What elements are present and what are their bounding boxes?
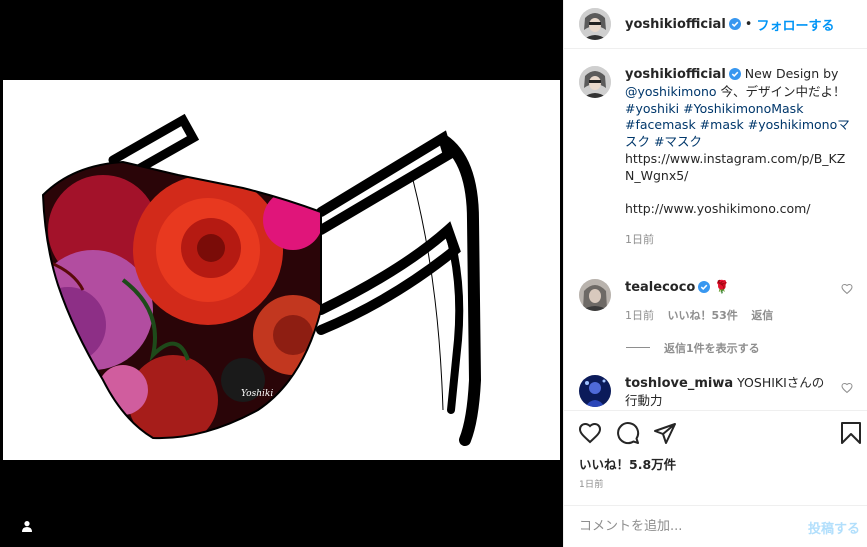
rose-mask-image: Yoshiki — [41, 113, 482, 446]
comment-input[interactable] — [579, 519, 789, 534]
caption-text: yoshikiofficial New Design by @yoshikimo… — [625, 66, 853, 218]
caption-text-1: New Design by — [740, 66, 839, 81]
signature-text: Yoshiki — [241, 389, 273, 399]
avatar[interactable] — [579, 8, 611, 40]
like-comment-heart-icon[interactable] — [841, 283, 853, 295]
post-side-panel: yoshikiofficial • フォローする yoshikiofficial… — [563, 0, 867, 547]
comment-row: tealecoco 🌹 1日前 いいね！53件 返信 — [564, 279, 867, 323]
caption-username[interactable]: yoshikiofficial — [625, 67, 726, 82]
view-replies-button[interactable]: 返信1件を表示する — [626, 340, 867, 356]
header-username[interactable]: yoshikiofficial — [625, 17, 726, 32]
hashtag-link[interactable]: #facemask — [625, 117, 696, 132]
bookmark-save-icon[interactable] — [840, 421, 862, 445]
comment-body: toshlove_miwa YOSHIKIさんの行動力 — [625, 375, 825, 409]
caption-avatar[interactable] — [579, 66, 611, 98]
post-time: 1日前 — [579, 480, 604, 490]
hashtag-link[interactable]: #YoshikimonoMask — [683, 101, 803, 116]
likes-count[interactable]: いいね！5.8万件 — [579, 454, 676, 473]
share-send-icon[interactable] — [653, 421, 677, 445]
verified-badge-icon — [698, 281, 711, 293]
action-icons — [574, 421, 862, 449]
caption-text-2: 今、デザイン中だよ！ — [716, 83, 846, 99]
caption-body: yoshikiofficial New Design by @yoshikimo… — [625, 66, 853, 261]
profile-photo-icon — [579, 279, 611, 311]
profile-photo-icon — [579, 374, 611, 407]
comment-time: 1日前 — [625, 308, 654, 322]
post-media: Yoshiki — [0, 0, 563, 547]
reply-button[interactable]: 返信 — [751, 309, 773, 322]
comment-text: tealecoco 🌹 — [625, 279, 825, 297]
separator-dot: • — [744, 16, 753, 32]
like-heart-icon[interactable] — [578, 421, 602, 445]
post-image[interactable]: Yoshiki — [3, 80, 560, 460]
caption-meta: 1日前 — [625, 231, 853, 247]
like-comment-heart-icon[interactable] — [841, 382, 853, 394]
hashtag-link[interactable]: #マスク — [654, 134, 702, 149]
comment-content: 🌹 — [714, 279, 730, 294]
comment-row: toshlove_miwa YOSHIKIさんの行動力 — [564, 374, 867, 409]
instagram-post-view: Yoshiki yoshikiofficial • フォローする yoshiki… — [0, 0, 867, 547]
replies-divider — [626, 347, 650, 349]
add-comment-bar: 投稿する — [564, 505, 867, 547]
profile-photo-icon — [579, 8, 611, 40]
comment-bubble-icon[interactable] — [616, 421, 640, 445]
post-comment-button[interactable]: 投稿する — [808, 518, 860, 537]
caption-url: https://www.instagram.com/p/B_KZN_Wgnx5/ — [625, 150, 846, 183]
hashtag-link[interactable]: #yoshiki — [625, 101, 679, 116]
user-tag-icon — [22, 521, 32, 532]
user-tag-button[interactable] — [14, 513, 40, 539]
profile-photo-icon — [579, 66, 611, 98]
comment-body: tealecoco 🌹 1日前 いいね！53件 返信 — [625, 279, 825, 323]
verified-badge-icon — [728, 68, 741, 80]
commenter-avatar[interactable] — [579, 374, 611, 407]
comment-meta: 1日前 いいね！53件 返信 — [625, 307, 825, 323]
verified-badge-icon — [728, 18, 741, 30]
post-actions: いいね！5.8万件 1日前 — [564, 410, 867, 510]
post-header: yoshikiofficial • フォローする — [564, 0, 867, 49]
commenter-avatar[interactable] — [579, 279, 611, 311]
commenter-username[interactable]: toshlove_miwa — [625, 376, 733, 391]
caption-time: 1日前 — [625, 233, 654, 247]
comment-text: toshlove_miwa YOSHIKIさんの行動力 — [625, 375, 825, 409]
view-replies-label: 返信1件を表示する — [664, 341, 760, 355]
mention-link[interactable]: @yoshikimono — [625, 84, 717, 99]
comments-list[interactable]: yoshikiofficial New Design by @yoshikimo… — [564, 66, 867, 409]
follow-button[interactable]: フォローする — [756, 15, 834, 34]
commenter-username[interactable]: tealecoco — [625, 280, 695, 295]
caption-url: http://www.yoshikimono.com/ — [625, 201, 811, 217]
comment-likes[interactable]: いいね！53件 — [668, 309, 738, 322]
caption: yoshikiofficial New Design by @yoshikimo… — [564, 66, 867, 261]
hashtag-link[interactable]: #mask — [700, 117, 744, 132]
